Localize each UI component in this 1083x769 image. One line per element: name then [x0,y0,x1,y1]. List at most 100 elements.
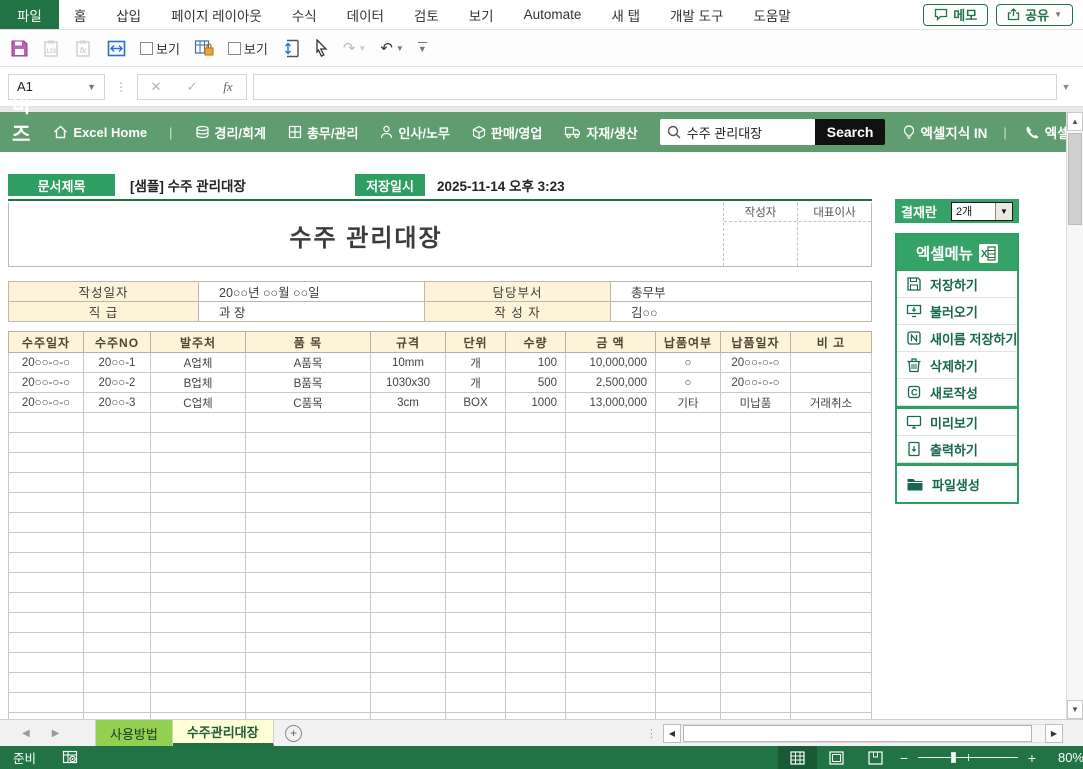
table-cell[interactable] [720,452,791,473]
table-cell[interactable] [655,452,721,473]
table-empty-row[interactable] [8,412,872,433]
table-cell[interactable] [83,552,151,573]
table-cell[interactable] [790,412,872,433]
nav-category-production[interactable]: 자재/생산 [564,123,638,142]
table-cell[interactable] [505,412,566,433]
ribbon-tab[interactable]: 삽입 [101,0,156,29]
table-cell[interactable] [8,552,84,573]
table-cell[interactable] [83,592,151,613]
vertical-scroll-thumb[interactable] [1068,133,1082,225]
table-cell[interactable] [505,652,566,673]
menu-item-save[interactable]: 저장하기 [897,271,1017,298]
table-cell[interactable] [565,552,656,573]
table-cell[interactable] [150,412,246,433]
table-cell[interactable] [505,632,566,653]
table-cell[interactable] [720,632,791,653]
table-cell[interactable] [370,592,446,613]
table-cell[interactable] [370,672,446,693]
table-cell[interactable] [370,692,446,713]
table-cell[interactable] [8,452,84,473]
formula-input[interactable] [253,73,1057,100]
normal-view-button[interactable] [778,746,817,769]
table-cell[interactable] [565,452,656,473]
table-cell[interactable] [150,452,246,473]
table-cell[interactable] [83,472,151,493]
table-cell[interactable] [655,472,721,493]
table-cell[interactable] [505,432,566,453]
ribbon-tab[interactable]: 개발 도구 [655,0,738,29]
table-cell[interactable] [565,672,656,693]
table-cell[interactable]: 개 [445,352,506,373]
table-cell[interactable] [445,652,506,673]
table-cell[interactable] [790,692,872,713]
ribbon-tab[interactable]: 도움말 [738,0,805,29]
table-cell[interactable]: 20○○-○-○ [720,352,791,373]
table-cell[interactable] [245,592,371,613]
table-cell[interactable] [565,572,656,593]
ribbon-tab[interactable]: 홈 [59,0,101,29]
table-cell[interactable] [83,692,151,713]
table-empty-row[interactable] [8,452,872,473]
table-cell[interactable]: A품목 [245,352,371,373]
table-cell[interactable] [655,412,721,433]
table-cell[interactable] [370,452,446,473]
table-cell[interactable] [83,412,151,433]
table-cell[interactable] [150,552,246,573]
table-cell[interactable] [790,452,872,473]
table-cell[interactable] [83,532,151,553]
search-button[interactable]: Search [814,119,886,145]
table-cell[interactable] [370,432,446,453]
scroll-down-button[interactable]: ▼ [1067,700,1083,719]
table-empty-row[interactable] [8,432,872,453]
table-cell[interactable] [8,692,84,713]
table-cell[interactable] [8,492,84,513]
table-cell[interactable]: 3cm [370,392,446,413]
table-cell[interactable] [655,532,721,553]
table-cell[interactable] [790,552,872,573]
table-cell[interactable] [790,672,872,693]
table-cell[interactable] [565,432,656,453]
sheet-nav-left-icon[interactable]: ◀ [22,728,30,739]
table-cell[interactable] [8,532,84,553]
table-cell[interactable] [370,612,446,633]
table-cell[interactable] [565,692,656,713]
cancel-entry-button[interactable]: ✕ [138,79,174,95]
table-cell[interactable] [83,432,151,453]
table-empty-row[interactable] [8,692,872,713]
table-cell[interactable] [720,572,791,593]
table-cell[interactable] [790,352,872,373]
table-cell[interactable] [655,492,721,513]
table-cell[interactable] [505,572,566,593]
info-value[interactable]: 김○○ [610,301,872,322]
ribbon-tab[interactable]: 데이터 [332,0,399,29]
table-cell[interactable] [150,632,246,653]
checkbox-icon[interactable] [227,41,241,55]
table-cell[interactable]: 1030x30 [370,372,446,393]
table-cell[interactable] [445,552,506,573]
table-cell[interactable]: 20○○-○-○ [8,392,84,413]
table-cell[interactable] [8,472,84,493]
ribbon-tab[interactable]: 페이지 레이아웃 [156,0,277,29]
nav-category-hr[interactable]: 인사/노무 [380,123,450,142]
table-cell[interactable] [720,412,791,433]
menu-item-print[interactable]: 출력하기 [897,436,1017,463]
paste-formulas-button[interactable]: fx [75,39,93,58]
table-cell[interactable]: B업체 [150,372,246,393]
nav-excel-home[interactable]: Excel Home [53,125,147,140]
menu-item-preview[interactable]: 미리보기 [897,409,1017,436]
table-cell[interactable] [790,592,872,613]
menu-item-save-as[interactable]: 새이름 저장하기 [897,325,1017,352]
table-cell[interactable]: 500 [505,372,566,393]
table-cell[interactable]: 20○○-○-○ [720,372,791,393]
info-value[interactable]: 총무부 [610,281,872,302]
table-cell[interactable] [720,612,791,633]
table-cell[interactable] [245,452,371,473]
table-cell[interactable]: 20○○-2 [83,372,151,393]
view-toggle-2[interactable]: 보기 [227,39,268,58]
table-cell[interactable] [790,472,872,493]
table-cell[interactable] [720,592,791,613]
table-cell[interactable]: 13,000,000 [565,392,656,413]
table-cell[interactable] [370,532,446,553]
signature-cell[interactable] [724,222,798,266]
table-cell[interactable] [720,432,791,453]
